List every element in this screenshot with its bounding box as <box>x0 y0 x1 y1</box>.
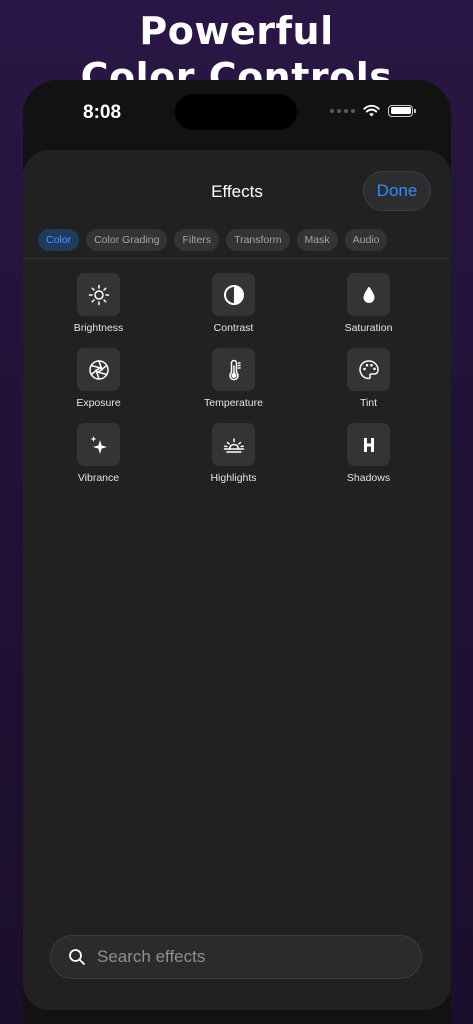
effect-exposure[interactable]: Exposure <box>31 348 166 410</box>
effect-label: Saturation <box>344 322 393 334</box>
sun-icon <box>77 273 120 316</box>
search-input[interactable] <box>95 946 399 968</box>
effect-label: Exposure <box>76 397 121 409</box>
wifi-icon <box>363 104 380 117</box>
tabs-divider <box>23 258 451 259</box>
tab-mask[interactable]: Mask <box>296 229 338 251</box>
effect-label: Brightness <box>73 322 124 334</box>
dynamic-island <box>175 94 297 130</box>
status-time: 8:08 <box>83 102 122 123</box>
half-circle-icon <box>212 273 255 316</box>
shadow-h-icon <box>347 423 390 466</box>
drop-icon <box>347 273 390 316</box>
tab-color[interactable]: Color <box>38 229 80 251</box>
category-tabs: Color Color Grading Filters Transform Ma… <box>38 229 388 251</box>
phone-screen: 8:08 Effects Done Color Color Grading Fi… <box>23 80 451 1024</box>
effect-contrast[interactable]: Contrast <box>166 273 301 335</box>
effect-shadows[interactable]: Shadows <box>301 423 436 485</box>
effect-highlights[interactable]: Highlights <box>166 423 301 485</box>
effect-label: Tint <box>359 397 378 409</box>
effects-grid: Brightness Contrast Saturation Exposure … <box>31 273 443 485</box>
battery-icon <box>388 104 416 117</box>
aperture-icon <box>77 348 120 391</box>
search-icon <box>69 949 85 965</box>
sunrise-icon <box>212 423 255 466</box>
effects-sheet: Effects Done Color Color Grading Filters… <box>23 150 451 1010</box>
search-bar[interactable] <box>50 935 422 979</box>
promo-title-line-1: Powerful <box>139 9 334 53</box>
effect-temperature[interactable]: Temperature <box>166 348 301 410</box>
effect-label: Contrast <box>213 322 254 334</box>
effect-vibrance[interactable]: Vibrance <box>31 423 166 485</box>
effect-saturation[interactable]: Saturation <box>301 273 436 335</box>
effect-label: Temperature <box>204 397 263 409</box>
tab-color-grading[interactable]: Color Grading <box>86 229 168 251</box>
done-button[interactable]: Done <box>363 171 431 211</box>
palette-icon <box>347 348 390 391</box>
tab-filters[interactable]: Filters <box>174 229 220 251</box>
effect-label: Highlights <box>210 472 257 484</box>
effect-label: Shadows <box>346 472 391 484</box>
thermometer-icon <box>212 348 255 391</box>
tab-transform[interactable]: Transform <box>226 229 290 251</box>
effect-label: Vibrance <box>77 472 120 484</box>
tab-audio[interactable]: Audio <box>344 229 388 251</box>
effect-brightness[interactable]: Brightness <box>31 273 166 335</box>
sparkles-icon <box>77 423 120 466</box>
signal-dots-icon <box>330 108 355 113</box>
effect-tint[interactable]: Tint <box>301 348 436 410</box>
status-indicators <box>330 104 416 117</box>
